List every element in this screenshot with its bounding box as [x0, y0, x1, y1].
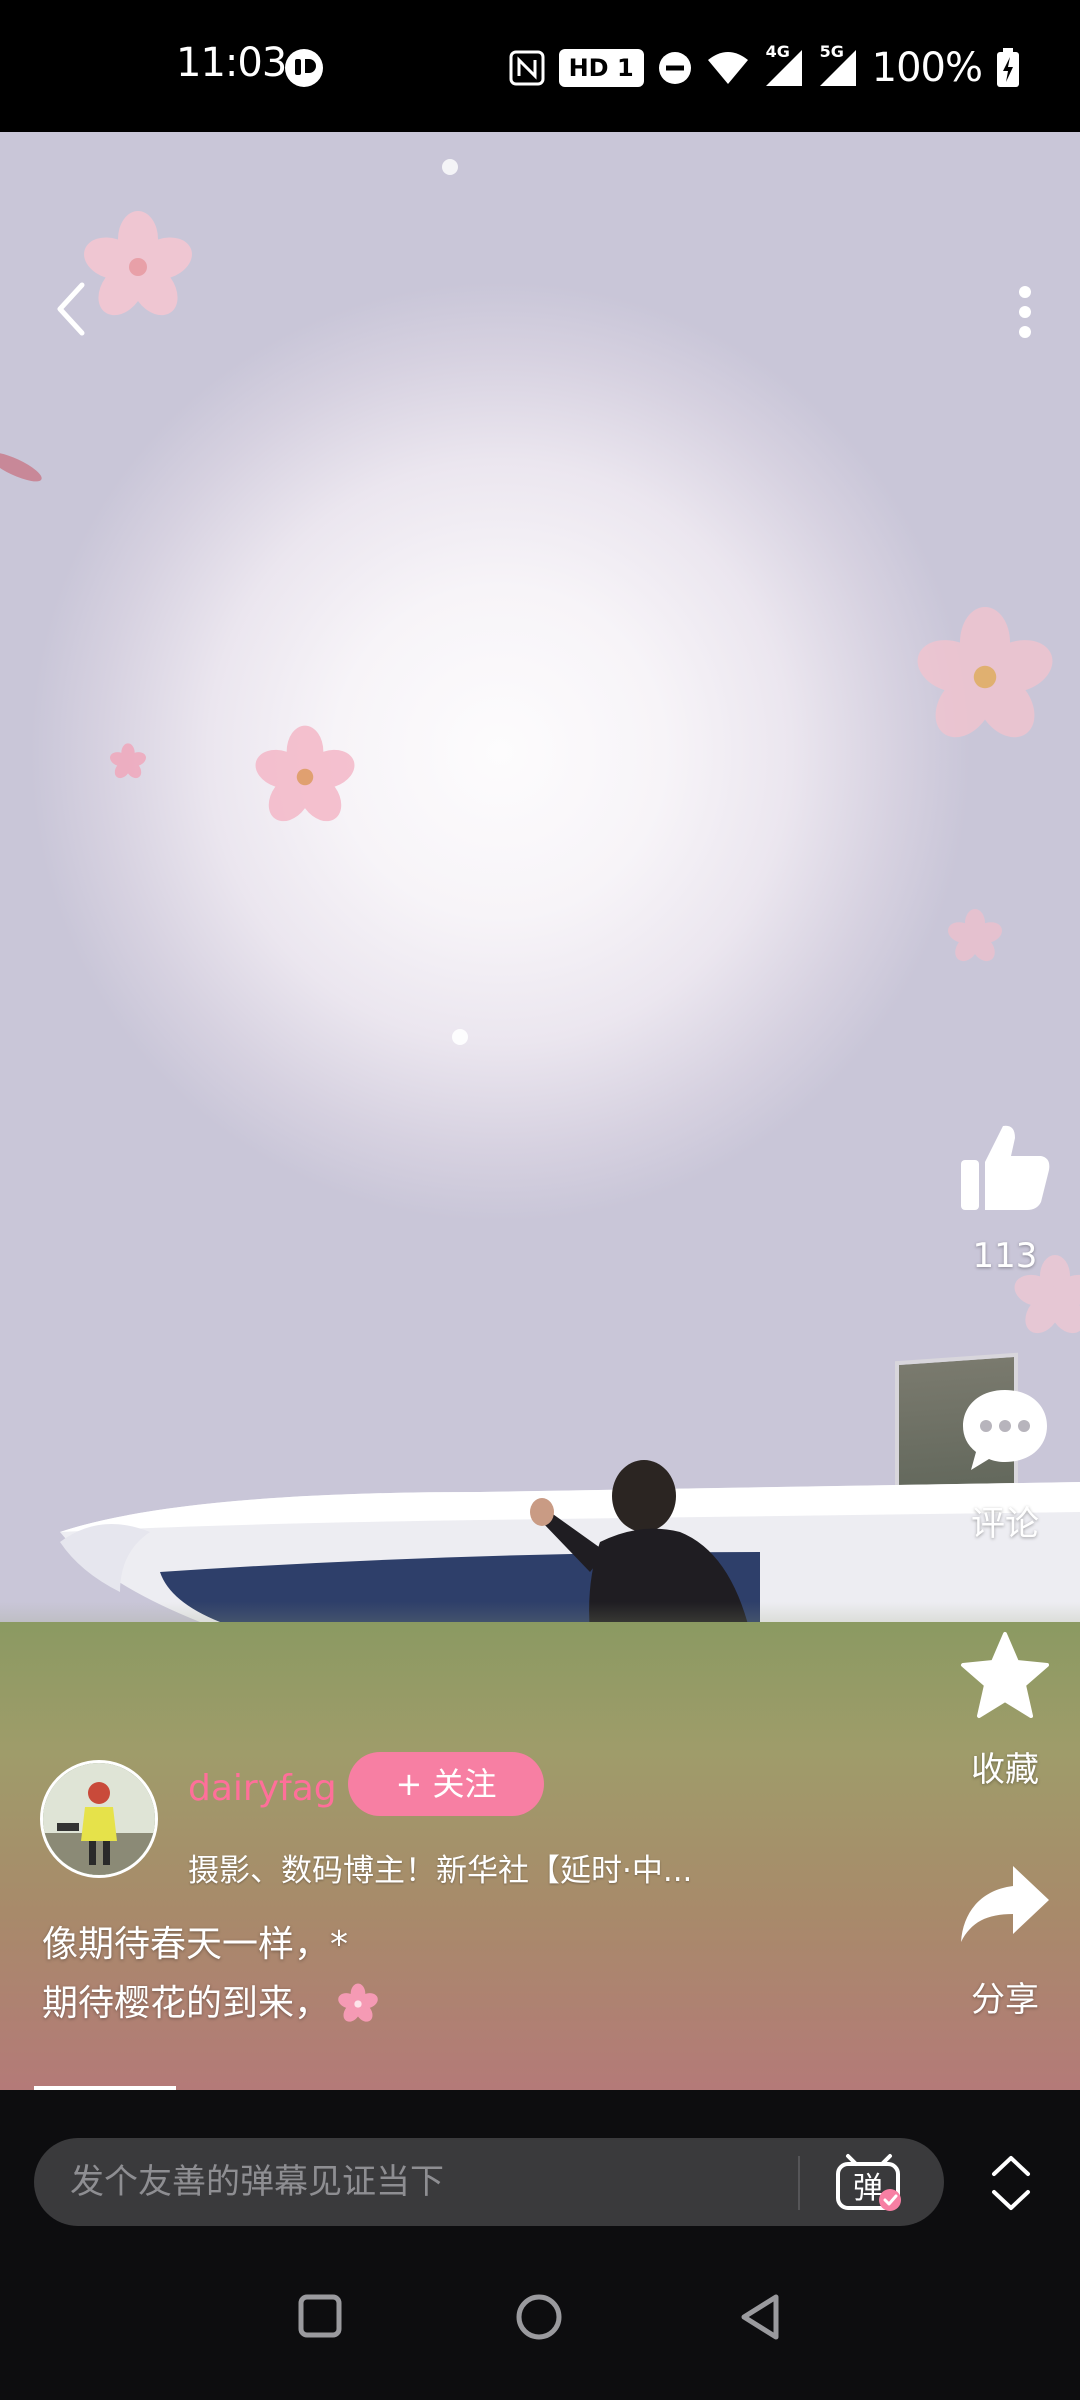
favorite-button[interactable]: 收藏 [930, 1630, 1080, 1791]
sparkle-decoration [452, 1029, 468, 1045]
favorite-label: 收藏 [971, 1750, 1039, 1790]
comment-bubble-icon [963, 1390, 1047, 1470]
sparkle-decoration [442, 159, 458, 175]
status-time: 11:03 [176, 40, 287, 86]
author-description[interactable]: 摄影、数码博主！新华社【延时·中... [188, 1845, 692, 1890]
status-bar: 11:03 HD 1 4G 5G 100% [0, 0, 1080, 132]
caption-line-2: 期待樱花的到来， [42, 1974, 380, 2033]
comment-label: 评论 [971, 1504, 1039, 1544]
falling-petal-decoration [0, 452, 42, 482]
danmaku-input[interactable]: 发个友善的弹幕见证当下 弹 [34, 2138, 944, 2226]
battery-charging-icon [997, 48, 1019, 87]
author-name[interactable]: dairyfag [188, 1768, 337, 1809]
danmaku-placeholder: 发个友善的弹幕见证当下 [70, 2162, 444, 2202]
cherry-blossom-decoration [255, 725, 355, 822]
app-notification-icon [285, 49, 323, 87]
status-icons: HD 1 4G 5G 100% [509, 42, 1020, 92]
cherry-blossom-decoration [84, 211, 192, 316]
caption-text-1: 像期待春天一样，* [42, 1924, 349, 1965]
network-5g-label: 5G [819, 42, 844, 61]
svg-text:弹: 弹 [853, 2171, 883, 2206]
recents-square-icon[interactable] [296, 2292, 344, 2340]
back-triangle-icon[interactable] [736, 2292, 784, 2342]
cherry-blossom-emoji-icon [338, 1983, 378, 2022]
signal-5g: 5G [818, 42, 858, 88]
avatar-image [43, 1763, 155, 1875]
system-navigation-bar [0, 2250, 1080, 2400]
follow-button[interactable]: + 关注 [348, 1752, 544, 1816]
caption-line-1: 像期待春天一样，* [42, 1915, 380, 1974]
video-caption[interactable]: 像期待春天一样，* 期待樱花的到来， [42, 1915, 380, 2033]
home-circle-icon[interactable] [514, 2292, 564, 2342]
caption-text-2: 期待樱花的到来， [42, 1983, 331, 2024]
battery-percent: 100% [871, 45, 983, 91]
network-4g-label: 4G [765, 42, 790, 61]
more-options-button[interactable] [1010, 282, 1040, 342]
video-player[interactable]: 113 评论 收藏 分享 dairyfag + 关注 摄影、数码博主！新华社【延… [0, 132, 1080, 2090]
signal-4g: 4G [764, 42, 804, 88]
cherry-blossom-decoration [917, 607, 1053, 738]
hd-voice-badge: HD 1 [558, 49, 644, 87]
input-divider [798, 2156, 800, 2210]
screen: 11:03 HD 1 4G 5G 100% 113 评论 收藏 分享 dairy… [0, 0, 1080, 2400]
thumbs-up-icon [961, 1125, 1050, 1210]
like-count: 113 [972, 1236, 1038, 1276]
cherry-blossom-decoration [110, 743, 146, 779]
wifi-icon [707, 52, 748, 84]
like-button[interactable]: 113 [930, 1120, 1080, 1276]
cherry-blossom-decoration [948, 909, 1002, 962]
share-arrow-icon [961, 1866, 1049, 1942]
author-avatar[interactable] [40, 1760, 158, 1878]
share-button[interactable]: 分享 [930, 1860, 1080, 2021]
nfc-icon [509, 50, 545, 86]
danmaku-bar: 发个友善的弹幕见证当下 弹 [0, 2090, 1080, 2250]
comment-button[interactable]: 评论 [930, 1384, 1080, 1545]
do-not-disturb-icon [658, 52, 691, 84]
back-button[interactable] [48, 277, 96, 341]
share-label: 分享 [971, 1980, 1039, 2020]
expand-collapse-button[interactable] [988, 2150, 1034, 2216]
danmaku-toggle-icon[interactable]: 弹 [834, 2150, 904, 2214]
star-icon [961, 1632, 1049, 1718]
